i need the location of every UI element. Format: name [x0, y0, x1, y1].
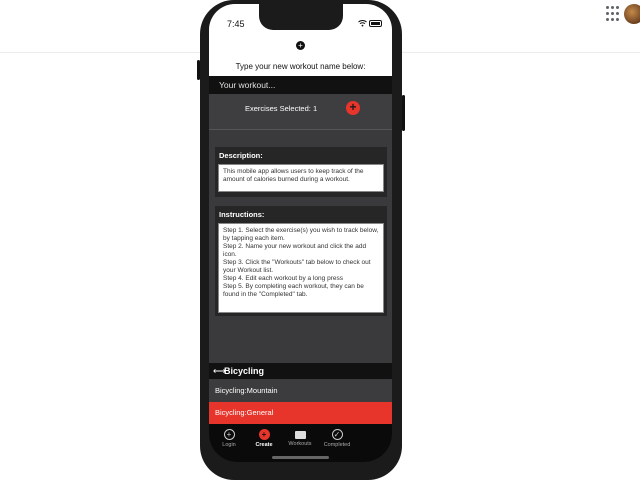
- instruction-step: Step 4. Edit each workout by a long pres…: [223, 275, 343, 282]
- instruction-step: Step 2. Name your new workout and click …: [223, 243, 367, 258]
- instruction-step: Step 3. Click the "Workouts" tab below t…: [223, 259, 371, 274]
- list-item-label: Bicycling:General: [215, 408, 274, 417]
- tab-label: Workouts: [288, 441, 312, 447]
- instruction-step: Step 5. By completing each workout, they…: [223, 283, 364, 298]
- envelope-icon: [294, 431, 306, 439]
- workout-name-prompt: Type your new workout name below:: [235, 62, 366, 71]
- workout-name-bar: [209, 76, 392, 94]
- exercises-selected-label: Exercises Selected: 1: [245, 104, 318, 113]
- battery-icon: [369, 19, 382, 27]
- tab-login[interactable]: + Login: [209, 429, 249, 448]
- tab-label: Create: [255, 442, 273, 448]
- phone-notch: [259, 4, 343, 30]
- workout-name-input[interactable]: [219, 79, 384, 91]
- description-text: This mobile app allows users to keep tra…: [218, 164, 384, 192]
- login-icon: +: [223, 429, 235, 440]
- add-circle-icon[interactable]: +: [296, 41, 305, 50]
- list-item-label: Bicycling:Mountain: [215, 386, 278, 395]
- instructions-text: Step 1. Select the exercise(s) you wish …: [218, 223, 384, 313]
- description-section: Description: This mobile app allows user…: [215, 147, 387, 197]
- exercises-selected-row: Exercises Selected: 1 +: [209, 94, 392, 130]
- list-item-selected[interactable]: Bicycling:General: [209, 402, 392, 424]
- tab-label: Login: [222, 442, 236, 448]
- tab-create[interactable]: + Create: [244, 429, 284, 448]
- page: 7:45 + Type your new workout name below:…: [0, 0, 640, 480]
- tab-label: Completed: [323, 442, 351, 448]
- home-indicator: [272, 456, 329, 459]
- phone-frame: 7:45 + Type your new workout name below:…: [197, 0, 405, 480]
- status-time: 7:45: [227, 19, 245, 29]
- avatar[interactable]: [624, 4, 640, 24]
- exercise-category-header: ⟷ Bicycling: [209, 363, 392, 379]
- status-icons: [358, 19, 382, 27]
- add-workout-button[interactable]: +: [346, 101, 360, 115]
- list-item[interactable]: Bicycling:Mountain: [209, 380, 392, 402]
- description-title: Description:: [219, 151, 263, 160]
- instructions-section: Instructions: Step 1. Select the exercis…: [215, 206, 387, 316]
- wifi-icon: [358, 19, 367, 27]
- header: + Type your new workout name below:: [209, 36, 392, 76]
- apps-grid-icon[interactable]: [606, 6, 622, 22]
- tab-workouts[interactable]: Workouts: [280, 429, 320, 447]
- instructions-title: Instructions:: [219, 210, 265, 219]
- tab-completed[interactable]: ✓ Completed: [317, 429, 357, 448]
- create-icon: +: [258, 429, 270, 440]
- checkmark-icon: ✓: [331, 429, 343, 440]
- app-screen: 7:45 + Type your new workout name below:…: [209, 4, 392, 462]
- exercise-category-title: Bicycling: [224, 366, 265, 376]
- instruction-step: Step 1. Select the exercise(s) you wish …: [223, 227, 379, 242]
